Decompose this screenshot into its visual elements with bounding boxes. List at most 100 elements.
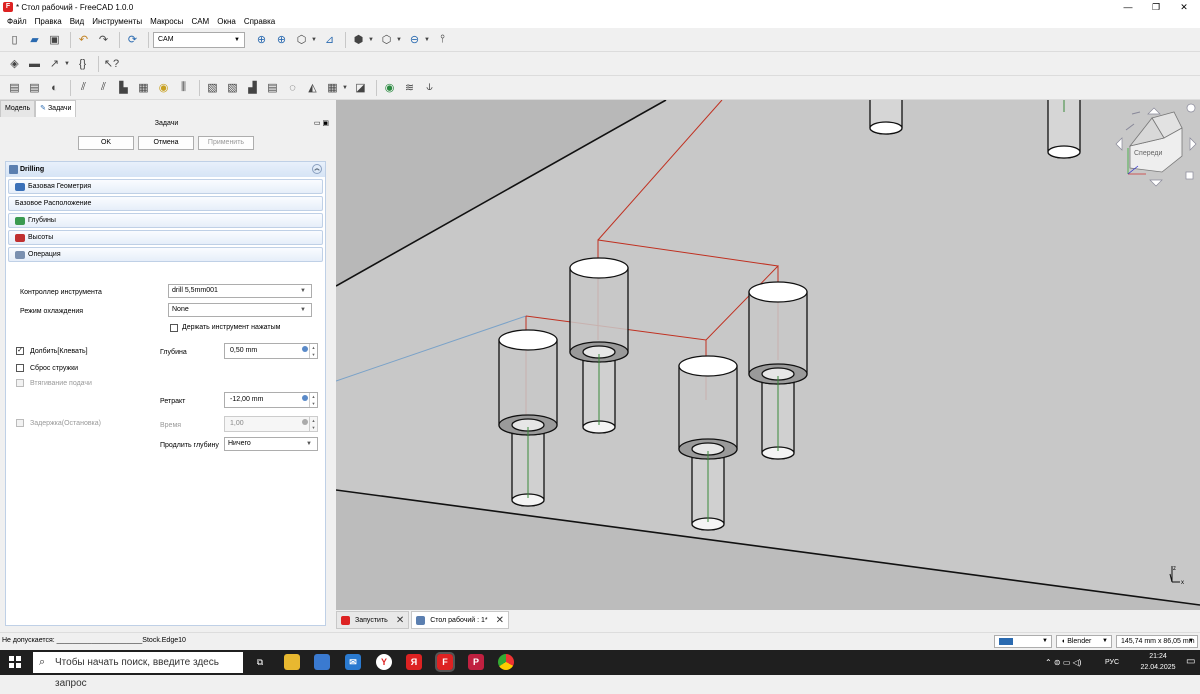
inspect-icon[interactable]: ⫝: [421, 79, 438, 96]
coolant-select[interactable]: None ▼: [168, 303, 312, 317]
menu-view[interactable]: Вид: [66, 17, 88, 26]
refresh-icon[interactable]: ⟳: [124, 31, 141, 48]
chevron-down-icon[interactable]: ▼: [367, 31, 375, 48]
tool-controller-select[interactable]: drill 5,5mm001 ▼: [168, 284, 312, 298]
dwell-checkbox[interactable]: [16, 419, 24, 427]
chevron-down-icon[interactable]: ▼: [341, 79, 349, 96]
job-icon[interactable]: ▤: [6, 79, 23, 96]
minimize-button[interactable]: —: [1114, 0, 1142, 14]
variable-set-icon[interactable]: {}: [74, 55, 91, 72]
menu-edit[interactable]: Правка: [31, 17, 66, 26]
section-depths[interactable]: Глубины: [8, 213, 323, 228]
chevron-down-icon[interactable]: ▼: [395, 31, 403, 48]
pocket-icon[interactable]: ▧: [224, 79, 241, 96]
section-heights[interactable]: Высоты: [8, 230, 323, 245]
menu-macro[interactable]: Макросы: [146, 17, 187, 26]
close-icon[interactable]: ✕: [396, 615, 404, 626]
view-iso-icon[interactable]: ⬡: [378, 31, 395, 48]
menu-cam[interactable]: CAM: [187, 17, 213, 26]
chip-break-checkbox[interactable]: [16, 364, 24, 372]
adaptive-icon[interactable]: ◌: [284, 79, 301, 96]
spin-arrows-icon[interactable]: ▲ ▼: [309, 344, 317, 358]
clock-date[interactable]: 22.04.2025: [1130, 664, 1186, 671]
time-input[interactable]: 1,00 ▲ ▼: [224, 416, 318, 432]
draw-style-select[interactable]: ▼: [994, 635, 1052, 648]
keep-tool-down-checkbox[interactable]: [170, 324, 178, 332]
helix-icon[interactable]: ▤: [264, 79, 281, 96]
stop-icon[interactable]: ◉: [155, 79, 172, 96]
zoom-selection-icon[interactable]: ⊕: [273, 31, 290, 48]
tab-start[interactable]: Запустить ✕: [336, 611, 410, 629]
section-operation[interactable]: Операция: [8, 247, 323, 262]
std-views-icon[interactable]: ⬢: [350, 31, 367, 48]
save-icon[interactable]: ▣: [46, 31, 63, 48]
chevron-down-icon[interactable]: ▼: [310, 31, 318, 48]
retract-input[interactable]: -12,00 mm ▲ ▼: [224, 392, 318, 408]
peck-checkbox[interactable]: ✓: [16, 347, 24, 355]
extend-depth-select[interactable]: Ничего ▼: [224, 437, 318, 451]
engrave-icon[interactable]: ◭: [304, 79, 321, 96]
panel-float-icon[interactable]: ▭ ▣: [314, 117, 329, 130]
zoom-fit-icon[interactable]: ⊕: [253, 31, 270, 48]
new-file-icon[interactable]: ▯: [6, 31, 23, 48]
toolbit-icon[interactable]: ⫽: [75, 79, 92, 96]
depth-input[interactable]: 0,50 mm ▲ ▼: [224, 343, 318, 359]
sanity-icon[interactable]: ◐: [46, 79, 63, 96]
apply-button[interactable]: Применить: [198, 136, 254, 150]
drilling-icon[interactable]: ⫼: [175, 79, 192, 96]
notification-icon[interactable]: ▭: [1186, 656, 1195, 667]
surface-icon[interactable]: ▦: [324, 79, 341, 96]
expression-icon[interactable]: [302, 395, 308, 401]
dressup-icon[interactable]: ◪: [352, 79, 369, 96]
app-taskbar-icon[interactable]: P: [468, 654, 484, 670]
close-button[interactable]: ✕: [1170, 0, 1198, 14]
open-file-icon[interactable]: ▰: [26, 31, 43, 48]
task-view-icon[interactable]: ⧉: [252, 654, 268, 670]
freecad-taskbar-icon[interactable]: F: [435, 652, 455, 672]
measure-icon[interactable]: ⊖: [406, 31, 423, 48]
folder-icon[interactable]: ▬: [26, 55, 43, 72]
file-explorer-icon[interactable]: [284, 654, 300, 670]
windows-start-icon[interactable]: [9, 656, 21, 668]
dimension-display[interactable]: 145,74 mm x 86,05 mm ▼: [1116, 635, 1198, 648]
menu-windows[interactable]: Окна: [213, 17, 240, 26]
tab-model[interactable]: Модель: [0, 100, 36, 117]
3d-viewport[interactable]: Спереди z x: [336, 100, 1200, 610]
comment-icon[interactable]: ▦: [135, 79, 152, 96]
yandex-browser-icon[interactable]: Y: [376, 654, 392, 670]
expression-icon[interactable]: [302, 346, 308, 352]
tab-tasks[interactable]: ✎ Задачи: [35, 100, 77, 117]
tab-document[interactable]: Стол рабочий : 1* ✕: [411, 611, 509, 629]
navcube-menu-icon[interactable]: [1185, 171, 1194, 180]
undo-icon[interactable]: ↶: [75, 31, 92, 48]
tool-controller-icon[interactable]: ⫽: [95, 79, 112, 96]
ok-button[interactable]: OK: [78, 136, 134, 150]
clip-plane-icon[interactable]: ⫯: [434, 31, 451, 48]
chevron-down-icon[interactable]: ▼: [63, 55, 71, 72]
maximize-button[interactable]: ❐: [1142, 0, 1170, 14]
cancel-button[interactable]: Отмена: [138, 136, 194, 150]
feed-retract-checkbox[interactable]: [16, 379, 24, 387]
mail-icon[interactable]: ✉: [345, 654, 361, 670]
fixture-icon[interactable]: ▙: [115, 79, 132, 96]
menu-tools[interactable]: Инструменты: [88, 17, 146, 26]
store-icon[interactable]: [314, 654, 330, 670]
redo-icon[interactable]: ↷: [95, 31, 112, 48]
spin-arrows-icon[interactable]: ▲ ▼: [309, 393, 317, 407]
clock-time[interactable]: 21:24: [1138, 653, 1178, 660]
rotate-icon[interactable]: [1186, 103, 1196, 113]
simulator-icon[interactable]: ◉: [381, 79, 398, 96]
collapse-icon[interactable]: ︽: [312, 164, 322, 174]
language-indicator[interactable]: РУС: [1105, 659, 1119, 666]
section-base-location[interactable]: Базовое Расположение: [8, 196, 323, 211]
navigation-style-select[interactable]: ◖ Blender ▼: [1056, 635, 1112, 648]
chrome-icon[interactable]: [498, 654, 514, 670]
whats-this-icon[interactable]: ↖?: [103, 55, 120, 72]
yandex-icon[interactable]: Я: [406, 654, 422, 670]
profile-icon[interactable]: ▧: [204, 79, 221, 96]
link-icon[interactable]: ↗: [46, 55, 63, 72]
menu-help[interactable]: Справка: [240, 17, 279, 26]
face-icon[interactable]: ▟: [244, 79, 261, 96]
post-process-icon[interactable]: ▤: [26, 79, 43, 96]
section-base-geometry[interactable]: Базовая Геометрия: [8, 179, 323, 194]
